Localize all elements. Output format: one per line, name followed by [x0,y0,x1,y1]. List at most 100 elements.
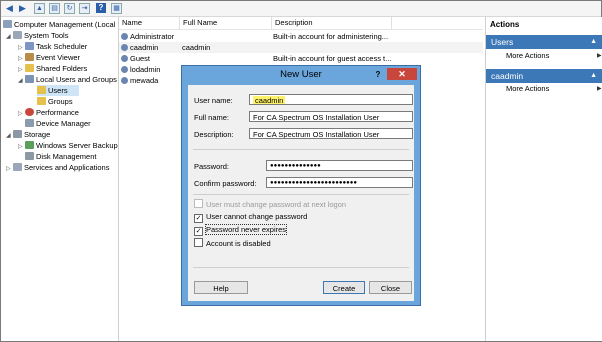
mmc-window: ◀ ▶ ▲ ▤ ↻ ⇥ ? ▦ Computer Management (Loc… [0,0,602,342]
close-button[interactable]: Close [369,281,412,294]
backup-icon [25,141,34,149]
tree-item-shared-folders[interactable]: ▷ Shared Folders [18,63,87,74]
table-row[interactable]: Administrator Built-in account for admin… [119,31,483,42]
description-label: Description: [194,130,234,139]
tree-item-label: Groups [48,97,73,106]
tree-item-services-applications[interactable]: ▷ Services and Applications [6,162,109,173]
table-row[interactable]: caadmin caadmin [119,42,483,53]
checkbox-label: User must change password at next logon [206,200,347,209]
table-row[interactable]: Guest Built-in account for guest access … [119,53,483,64]
column-header-full-name[interactable]: Full Name [180,17,272,29]
password-label: Password: [194,162,230,171]
tree-item-system-tools[interactable]: ◢ System Tools [6,30,68,41]
event-log-icon [25,53,34,61]
services-icon [13,163,22,171]
divider [193,194,409,195]
divider [193,267,409,268]
confirm-password-field[interactable]: ●●●●●●●●●●●●●●●●●●●●●●●● [266,177,413,188]
back-arrow-icon[interactable]: ◀ [4,3,15,14]
expand-icon[interactable]: ▷ [18,142,25,153]
tree-item-storage[interactable]: ◢ Storage [6,129,50,140]
expand-icon[interactable]: ▷ [6,164,13,175]
action-label: More Actions [506,84,550,93]
tree-item-computer-management[interactable]: Computer Management (Local [3,19,115,30]
user-icon [121,77,128,84]
dialog-title: New User [280,69,322,80]
action-label: More Actions [506,51,550,60]
show-hide-tree-icon[interactable]: ▤ [49,3,60,14]
column-header-description[interactable]: Description [272,17,392,29]
shared-folder-icon [25,64,34,72]
help-question-icon[interactable]: ? [372,69,384,80]
collapse-icon[interactable]: ◢ [6,131,13,142]
actions-title: Actions [490,20,520,29]
cell-name: mewada [130,76,159,85]
tree-item-users[interactable]: Users [37,85,79,96]
tree-item-groups[interactable]: Groups [37,96,73,107]
create-button[interactable]: Create [323,281,365,294]
cell-description: Built-in account for administering... [273,32,389,41]
help-button[interactable]: Help [194,281,248,294]
tree-item-performance[interactable]: ▷ Performance [18,107,79,118]
account-disabled-checkbox[interactable]: Account is disabled [194,238,271,248]
tree-item-label: Services and Applications [24,163,110,172]
tree-item-label: Users [48,86,68,95]
tree-item-label: Windows Server Backup [36,141,118,150]
tree-item-label: Computer Management (Local [14,20,116,29]
tree-item-task-scheduler[interactable]: ▷ Task Scheduler [18,41,87,52]
column-header-name[interactable]: Name [119,17,180,29]
tree-item-label: Event Viewer [36,53,81,62]
tree-item-device-manager[interactable]: Device Manager [25,118,91,129]
fullname-label: Full name: [194,113,230,122]
cell-name: Guest [130,54,151,63]
storage-icon [13,130,22,138]
tree-item-windows-server-backup[interactable]: ▷ Windows Server Backup [18,140,118,151]
collapse-triangle-icon[interactable]: ▲ [590,35,597,49]
actions-section-users[interactable]: Users ▲ [486,35,602,49]
collapse-icon[interactable]: ◢ [6,32,13,43]
properties-icon[interactable]: ▦ [111,3,122,14]
username-field[interactable]: caadmin [249,94,413,105]
user-icon [121,66,128,73]
expand-icon[interactable]: ▷ [18,109,25,120]
actions-section-caadmin[interactable]: caadmin ▲ [486,69,602,83]
forward-arrow-icon[interactable]: ▶ [17,3,28,14]
user-icon [121,44,128,51]
checkbox-empty-icon [194,199,203,208]
cell-name: lodadmin [130,65,161,74]
tree-item-disk-management[interactable]: Disk Management [25,151,96,162]
up-folder-icon[interactable]: ▲ [34,3,45,14]
must-change-password-checkbox[interactable]: User must change password at next logon [194,199,346,209]
cell-description: Built-in account for guest access t... [273,54,392,63]
cannot-change-password-checkbox[interactable]: ✓ User cannot change password [194,212,307,223]
performance-icon [25,108,34,116]
export-list-icon[interactable]: ⇥ [79,3,90,14]
tree-item-label: Shared Folders [36,64,88,73]
more-actions-users[interactable]: More Actions ▶ [506,50,602,62]
tree-item-label: Device Manager [36,119,91,128]
tree-item-label: Task Scheduler [36,42,88,51]
divider [193,149,409,150]
refresh-icon[interactable]: ↻ [64,3,75,14]
folder-icon [37,97,46,105]
tree-item-local-users-groups[interactable]: ◢ Local Users and Groups [18,74,117,85]
submenu-arrow-icon: ▶ [597,53,602,59]
collapse-triangle-icon[interactable]: ▲ [590,69,597,83]
checkmark-icon: ✓ [194,227,203,236]
help-icon[interactable]: ? [96,3,106,13]
user-icon [121,55,128,62]
password-field[interactable]: ●●●●●●●●●●●●●● [266,160,413,171]
more-actions-caadmin[interactable]: More Actions ▶ [506,83,602,95]
collapse-icon[interactable]: ◢ [18,76,25,87]
actions-pane: Actions Users ▲ More Actions ▶ caadmin ▲… [485,17,602,341]
submenu-arrow-icon: ▶ [597,86,602,92]
password-never-expires-checkbox[interactable]: ✓ Password never expires [194,224,288,236]
tree-item-event-viewer[interactable]: ▷ Event Viewer [18,52,80,63]
tools-icon [13,31,22,39]
tree-item-label: Storage [24,130,51,139]
description-field[interactable]: For CA Spectrum OS Installation User [249,128,413,139]
close-icon[interactable]: ✕ [387,68,417,80]
tree-item-label: Local Users and Groups [36,75,117,84]
fullname-field[interactable]: For CA Spectrum OS Installation User [249,111,413,122]
cell-full-name: caadmin [182,43,211,52]
